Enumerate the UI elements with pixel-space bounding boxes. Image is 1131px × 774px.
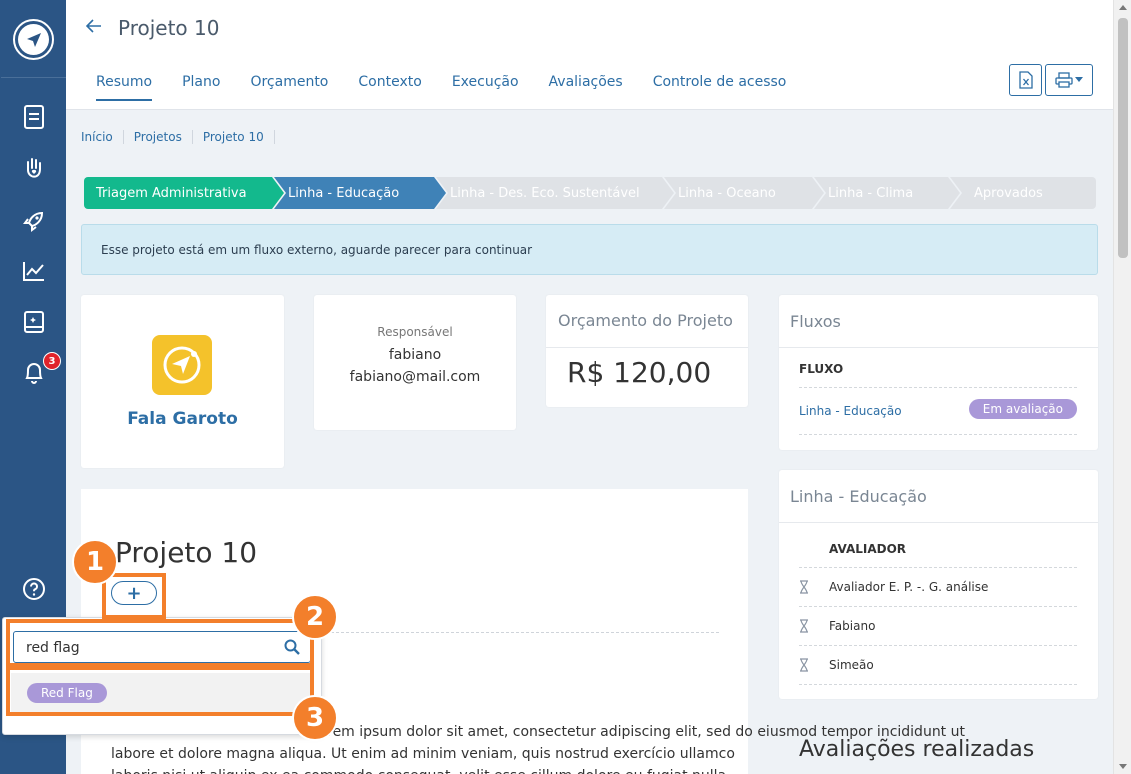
flow-name-link[interactable]: Linha - Educação: [799, 404, 902, 418]
scroll-up-arrow[interactable]: [1119, 5, 1127, 10]
step-clima: Linha - Clima: [814, 177, 960, 209]
evaluator-name: Avaliador E. P. -. G. análise: [829, 580, 989, 594]
tab-avaliacoes[interactable]: Avaliações: [549, 74, 623, 101]
project-heading: Projeto 10: [115, 536, 258, 569]
flows-column-header: FLUXO: [799, 362, 844, 376]
workflow-stepper: Triagem Administrativa Linha - Educação …: [84, 177, 1096, 209]
budget-value: R$ 120,00: [567, 356, 712, 389]
org-name[interactable]: Fala Garoto: [81, 409, 284, 429]
export-excel-button[interactable]: [1009, 64, 1042, 96]
tab-bar: Resumo Plano Orçamento Contexto Execução…: [96, 74, 816, 101]
step-triagem: Triagem Administrativa: [84, 177, 284, 209]
step-linha-educacao: Linha - Educação: [274, 177, 446, 209]
hourglass-icon: [800, 619, 808, 633]
hand-heart-icon[interactable]: [21, 156, 47, 182]
breadcrumb: Início Projetos Projeto 10: [81, 130, 275, 144]
callout-1: 1: [72, 539, 118, 585]
budget-card: Orçamento do Projeto R$ 120,00: [546, 295, 748, 407]
breadcrumb-inicio[interactable]: Início: [81, 130, 124, 144]
callout-2: 2: [292, 594, 338, 640]
status-badge: Em avaliação: [968, 399, 1077, 419]
scrollbar[interactable]: [1113, 0, 1131, 774]
print-button[interactable]: [1045, 64, 1093, 96]
tab-orcamento[interactable]: Orçamento: [250, 74, 328, 101]
hourglass-icon: [800, 580, 808, 594]
org-logo: [152, 335, 212, 395]
paper-plane-icon: [26, 32, 41, 47]
org-card: Fala Garoto: [81, 295, 284, 468]
table-row: Linha - Educação Em avaliação: [799, 388, 1077, 435]
info-alert: Esse projeto está em um fluxo externo, a…: [81, 224, 1098, 275]
hourglass-icon: [800, 658, 808, 672]
tab-resumo[interactable]: Resumo: [96, 74, 153, 101]
table-row: Avaliador E. P. -. G. análise: [799, 568, 1077, 607]
flows-title: Fluxos: [779, 295, 1098, 348]
header: Projeto 10 Resumo Plano Orçamento Contex…: [66, 0, 1113, 110]
sidebar-divider: [1, 77, 67, 78]
responsible-email: fabiano@mail.com: [349, 369, 481, 385]
responsible-name: fabiano: [388, 347, 442, 363]
paper-plane-icon: [163, 346, 201, 384]
table-row: Simeão: [799, 646, 1077, 685]
line-panel-title: Linha - Educação: [779, 470, 1098, 523]
tab-contexto[interactable]: Contexto: [358, 74, 421, 101]
highlight-box-search: [6, 619, 314, 667]
app-logo[interactable]: [13, 19, 54, 60]
page-title: Projeto 10: [118, 16, 220, 40]
back-arrow-icon[interactable]: [85, 14, 102, 38]
responsible-card: Responsável fabiano fabiano@mail.com: [314, 295, 516, 430]
tab-controle-acesso[interactable]: Controle de acesso: [653, 74, 787, 101]
scroll-down-arrow[interactable]: [1119, 764, 1127, 769]
step-des-eco: Linha - Des. Eco. Sustentável: [436, 177, 674, 209]
highlight-box-add: [102, 573, 166, 619]
tab-plano[interactable]: Plano: [182, 74, 220, 101]
flows-panel: Fluxos FLUXO Linha - Educação Em avaliaç…: [779, 295, 1098, 450]
rocket-icon[interactable]: [21, 208, 47, 234]
tab-execucao[interactable]: Execução: [452, 74, 519, 101]
board-icon[interactable]: [21, 309, 47, 335]
caret-down-icon: [1075, 77, 1083, 82]
breadcrumb-projetos[interactable]: Projetos: [124, 130, 193, 144]
divider: [311, 632, 719, 633]
notification-badge: 3: [43, 352, 61, 370]
evaluator-name: Fabiano: [829, 619, 876, 633]
excel-file-icon: [1018, 71, 1033, 89]
highlight-box-option: [6, 666, 314, 716]
table-row: Fabiano: [799, 607, 1077, 646]
responsible-label: Responsável: [377, 325, 453, 339]
evaluator-name: Simeão: [829, 658, 874, 672]
step-aprovados: Aprovados: [950, 177, 1096, 209]
description-line: laboris nisi ut aliquip ex ea commodo co…: [111, 765, 731, 774]
printer-icon: [1055, 72, 1073, 88]
callout-3: 3: [292, 695, 338, 741]
help-icon[interactable]: [21, 576, 47, 602]
document-icon[interactable]: [21, 104, 47, 130]
line-evaluators-panel: Linha - Educação AVALIADOR Avaliador E. …: [779, 470, 1098, 699]
description-line: labore et dolore magna aliqua. Ut enim a…: [111, 746, 735, 762]
budget-label: Orçamento do Projeto: [546, 295, 748, 348]
breadcrumb-projeto[interactable]: Projeto 10: [193, 130, 275, 144]
evaluator-column-header: AVALIADOR: [829, 542, 907, 556]
scroll-thumb[interactable]: [1118, 18, 1128, 258]
step-oceano: Linha - Oceano: [664, 177, 824, 209]
chart-line-icon[interactable]: [21, 258, 47, 284]
